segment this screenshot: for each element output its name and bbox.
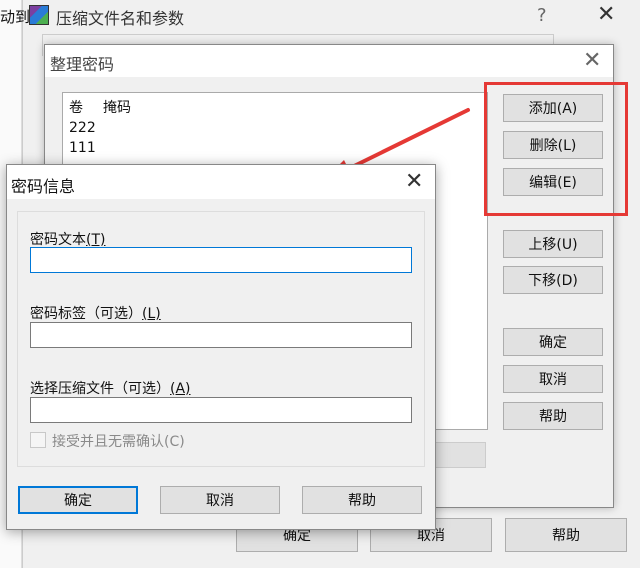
archive-select-label-key: (A) [170, 381, 191, 397]
password-text-label-text: 密码文本 [30, 232, 86, 248]
password-text-label: 密码文本(T) [30, 229, 105, 249]
password-ok-button[interactable]: 确定 [18, 486, 138, 514]
accept-checkbox[interactable] [30, 432, 46, 448]
password-tag-input[interactable] [31, 323, 411, 347]
password-text-input-box [30, 247, 412, 273]
accept-checkbox-label: 接受并且无需确认(C) [52, 434, 185, 450]
password-tag-label-text: 密码标签（可选） [30, 306, 142, 322]
archive-select-input[interactable] [31, 398, 411, 422]
password-tag-label: 密码标签（可选）(L) [30, 303, 161, 323]
password-tag-input-box [30, 322, 412, 348]
archive-select-input-box [30, 397, 412, 423]
password-dialog-title: 密码信息 [11, 177, 76, 196]
archive-select-label-text: 选择压缩文件（可选） [30, 381, 170, 397]
password-dialog-close-icon[interactable]: ✕ [405, 171, 423, 193]
password-help-button[interactable]: 帮助 [302, 486, 422, 514]
password-tag-label-key: (L) [142, 306, 161, 322]
password-text-input[interactable] [31, 248, 411, 272]
archive-select-label: 选择压缩文件（可选）(A) [30, 378, 191, 398]
password-cancel-button[interactable]: 取消 [160, 486, 280, 514]
password-text-label-key: (T) [86, 232, 106, 248]
